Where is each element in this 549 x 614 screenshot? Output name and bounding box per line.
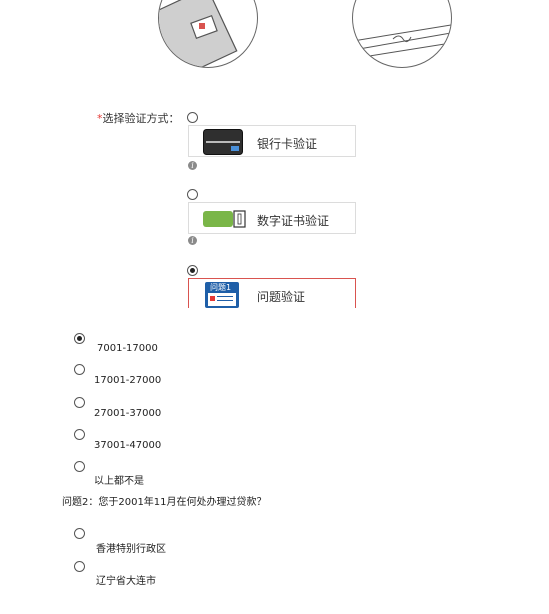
q1-option-radio[interactable] [74, 461, 85, 472]
verify-method-label-text: 选择验证方式： [102, 112, 180, 125]
question-card-icon: 问题1 [205, 282, 239, 308]
verify-method-label: *选择验证方式： [97, 110, 180, 126]
method-question[interactable]: 问题1 问题验证 [188, 278, 356, 308]
info-icon[interactable]: i [188, 161, 197, 170]
bank-card-illustration [158, 0, 258, 68]
q1-option-label: 7001-17000 [97, 343, 158, 354]
q1-option-radio[interactable] [74, 429, 85, 440]
q1-option-radio[interactable] [74, 333, 85, 344]
radio-digital-cert[interactable] [187, 189, 198, 200]
document-illustration [352, 0, 452, 68]
bank-card-icon [203, 129, 243, 155]
q1-option-radio[interactable] [74, 397, 85, 408]
q1-option-label: 17001-27000 [94, 375, 162, 386]
q2-option-radio[interactable] [74, 561, 85, 572]
q1-option-label: 27001-37000 [94, 408, 162, 419]
q1-option-label: 以上都不是 [94, 476, 144, 487]
q2-option-label: 辽宁省大连市 [96, 576, 156, 587]
radio-bank-card[interactable] [187, 112, 198, 123]
radio-question[interactable] [187, 265, 198, 276]
info-icon[interactable]: i [188, 236, 197, 245]
method-digital-cert-label: 数字证书验证 [257, 214, 330, 228]
method-digital-cert[interactable]: 数字证书验证 [188, 202, 356, 234]
q2-option-radio[interactable] [74, 528, 85, 539]
method-bank-card-label: 银行卡验证 [257, 137, 318, 151]
q1-option-label: 37001-47000 [94, 440, 162, 451]
question2-title: 问题2：您于2001年11月在何处办理过贷款？ [62, 497, 267, 508]
method-bank-card[interactable]: 银行卡验证 [188, 125, 356, 157]
question-card-badge: 问题1 [210, 283, 232, 292]
q1-option-radio[interactable] [74, 364, 85, 375]
usb-key-icon [203, 210, 246, 228]
q2-option-label: 香港特别行政区 [96, 544, 166, 555]
method-question-label: 问题验证 [257, 290, 306, 304]
